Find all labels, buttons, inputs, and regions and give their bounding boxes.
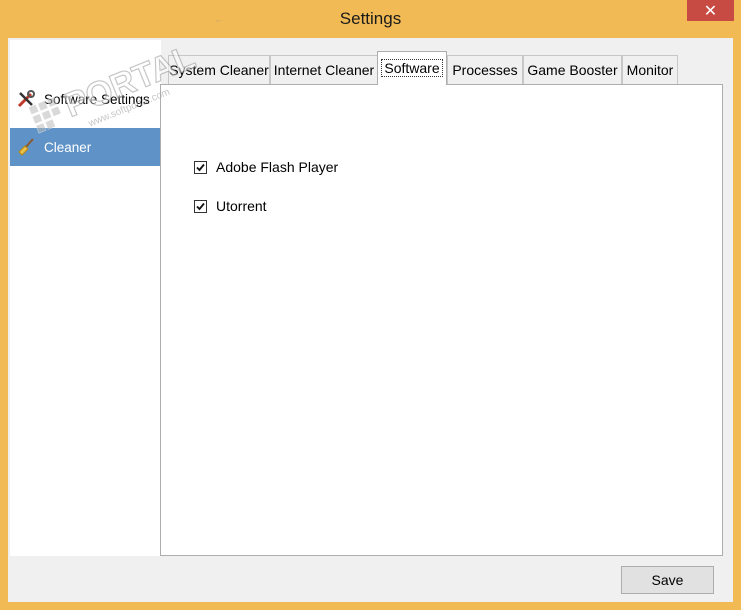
tab-monitor[interactable]: Monitor (622, 55, 678, 84)
sidebar-item-label: Software Settings (44, 91, 150, 107)
tab-processes[interactable]: Processes (447, 55, 523, 84)
close-button[interactable]: ✕ (687, 0, 734, 21)
tab-label: Game Booster (527, 62, 618, 78)
settings-window: Settings ✕ Software Settings Cleaner Sys… (0, 0, 741, 610)
tab-label: Software (381, 59, 443, 77)
software-item-utorrent[interactable]: Utorrent (194, 198, 267, 214)
window-title: Settings (339, 9, 402, 28)
sidebar-nav: Software Settings Cleaner (10, 40, 161, 556)
tab-software[interactable]: Software (377, 51, 447, 85)
tab-game-booster[interactable]: Game Booster (523, 55, 622, 84)
tab-system-cleaner[interactable]: System Cleaner (168, 55, 270, 84)
software-tab-page: Adobe Flash Player Utorrent (160, 84, 723, 556)
checkbox[interactable] (194, 199, 207, 213)
client-area: Software Settings Cleaner System Cleaner… (8, 38, 733, 602)
sidebar-item-label: Cleaner (44, 139, 92, 155)
tab-internet-cleaner[interactable]: Internet Cleaner (270, 55, 378, 84)
close-icon: ✕ (703, 1, 718, 20)
save-button[interactable]: Save (621, 566, 714, 594)
tab-label: Internet Cleaner (273, 62, 375, 78)
checkbox[interactable] (194, 160, 207, 174)
tab-label: Processes (452, 62, 518, 78)
wrench-screwdriver-icon (16, 89, 36, 109)
sidebar-item-software-settings[interactable]: Software Settings (10, 80, 161, 118)
broom-icon (16, 137, 36, 157)
tab-label: Monitor (626, 62, 674, 78)
title-bar[interactable]: Settings ✕ (0, 0, 741, 38)
checkbox-label: Utorrent (216, 198, 267, 214)
checkbox-label: Adobe Flash Player (216, 159, 339, 175)
tab-label: System Cleaner (169, 62, 269, 78)
sidebar-item-cleaner[interactable]: Cleaner (10, 128, 161, 166)
software-item-adobe-flash-player[interactable]: Adobe Flash Player (194, 159, 338, 175)
